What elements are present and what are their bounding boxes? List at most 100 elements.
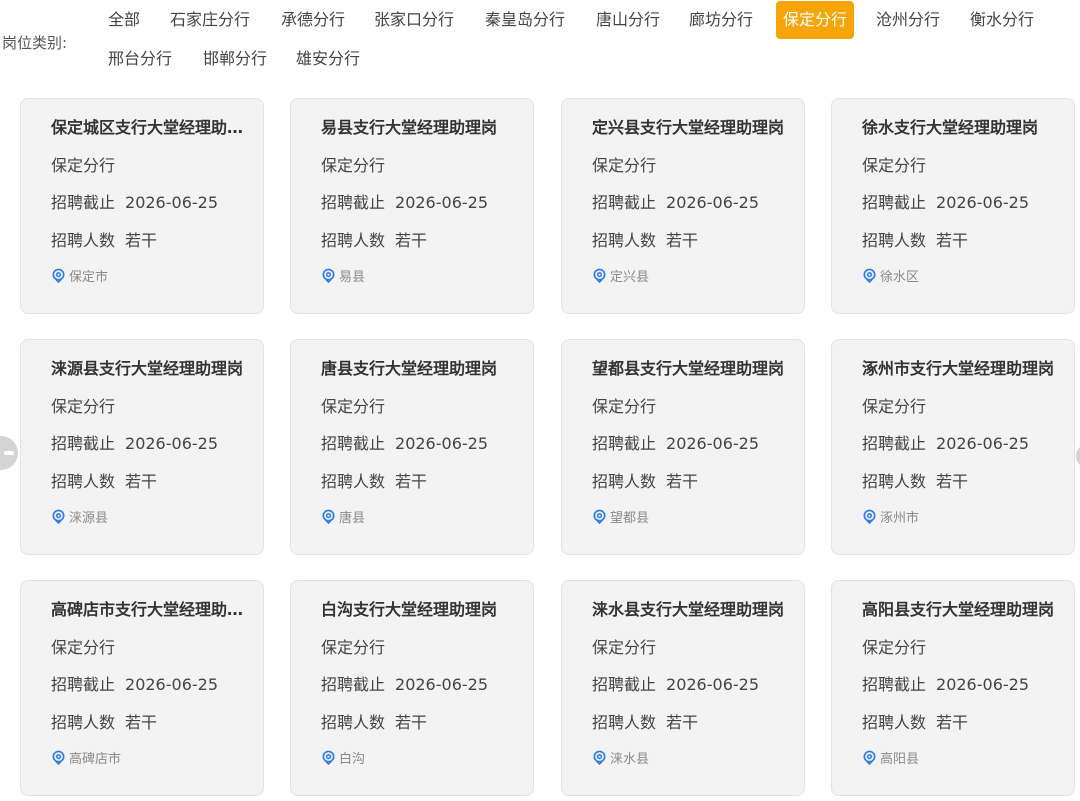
job-location: 易县 (321, 266, 365, 285)
job-card[interactable]: 高碑店市支行大堂经理助理岗 保定分行 招聘截止 2026-06-25 招聘人数 若干… (20, 580, 264, 796)
location-text: 涞水县 (610, 752, 650, 767)
job-branch: 保定分行 (51, 638, 116, 657)
location-text: 易县 (339, 270, 366, 285)
deadline-value: 2026-06-25 (666, 675, 759, 694)
job-deadline-row: 招聘截止 2026-06-25 (51, 189, 218, 213)
job-location: 定兴县 (592, 266, 649, 285)
headcount-label: 招聘人数 (862, 713, 927, 732)
job-title: 望都县支行大堂经理助理岗 (592, 359, 785, 378)
headcount-label: 招聘人数 (592, 472, 657, 491)
job-title: 涞水县支行大堂经理助理岗 (592, 600, 785, 619)
location-text: 保定市 (69, 270, 109, 285)
job-card-grid: 保定城区支行大堂经理助理岗 保定分行 招聘截止 2026-06-25 招聘人数 若干… (0, 0, 1080, 801)
job-card[interactable]: 唐县支行大堂经理助理岗 保定分行 招聘截止 2026-06-25 招聘人数 若干 唐… (290, 339, 534, 555)
job-branch: 保定分行 (862, 156, 927, 175)
job-card[interactable]: 涞源县支行大堂经理助理岗 保定分行 招聘截止 2026-06-25 招聘人数 若干 … (20, 339, 264, 555)
deadline-value: 2026-06-25 (666, 434, 759, 453)
job-title: 保定城区支行大堂经理助理岗 (51, 118, 257, 137)
job-location: 徐水区 (862, 266, 919, 285)
location-pin-icon (593, 509, 606, 524)
headcount-value: 若干 (395, 713, 428, 732)
location-pin-icon (322, 268, 335, 283)
job-title: 涿州市支行大堂经理助理岗 (862, 359, 1055, 378)
deadline-value: 2026-06-25 (125, 193, 218, 212)
job-location: 涿州市 (862, 507, 919, 526)
headcount-value: 若干 (936, 231, 969, 250)
location-text: 高阳县 (880, 752, 920, 767)
job-branch: 保定分行 (862, 638, 927, 657)
job-card[interactable]: 涞水县支行大堂经理助理岗 保定分行 招聘截止 2026-06-25 招聘人数 若干 … (561, 580, 805, 796)
job-card[interactable]: 白沟支行大堂经理助理岗 保定分行 招聘截止 2026-06-25 招聘人数 若干 白… (290, 580, 534, 796)
job-deadline-row: 招聘截止 2026-06-25 (592, 671, 759, 695)
location-pin-icon (52, 750, 65, 765)
job-card[interactable]: 涿州市支行大堂经理助理岗 保定分行 招聘截止 2026-06-25 招聘人数 若干 … (831, 339, 1075, 555)
job-card[interactable]: 望都县支行大堂经理助理岗 保定分行 招聘截止 2026-06-25 招聘人数 若干 … (561, 339, 805, 555)
location-text: 涿州市 (880, 511, 920, 526)
location-pin-icon (593, 268, 606, 283)
job-card[interactable]: 徐水支行大堂经理助理岗 保定分行 招聘截止 2026-06-25 招聘人数 若干 徐… (831, 98, 1075, 314)
job-card[interactable]: 保定城区支行大堂经理助理岗 保定分行 招聘截止 2026-06-25 招聘人数 若干… (20, 98, 264, 314)
job-headcount-row: 招聘人数 若干 (51, 227, 157, 251)
job-headcount-row: 招聘人数 若干 (592, 709, 698, 733)
job-deadline-row: 招聘截止 2026-06-25 (862, 671, 1029, 695)
job-title: 徐水支行大堂经理助理岗 (862, 118, 1039, 137)
headcount-label: 招聘人数 (592, 713, 657, 732)
job-branch: 保定分行 (51, 397, 116, 416)
job-branch: 保定分行 (321, 156, 386, 175)
job-headcount-row: 招聘人数 若干 (592, 227, 698, 251)
job-deadline-row: 招聘截止 2026-06-25 (321, 430, 488, 454)
headcount-label: 招聘人数 (862, 231, 927, 250)
job-headcount-row: 招聘人数 若干 (51, 709, 157, 733)
job-headcount-row: 招聘人数 若干 (321, 709, 427, 733)
deadline-value: 2026-06-25 (936, 675, 1029, 694)
job-deadline-row: 招聘截止 2026-06-25 (862, 189, 1029, 213)
location-pin-icon (52, 509, 65, 524)
job-title: 白沟支行大堂经理助理岗 (321, 600, 498, 619)
job-branch: 保定分行 (592, 638, 657, 657)
job-card[interactable]: 易县支行大堂经理助理岗 保定分行 招聘截止 2026-06-25 招聘人数 若干 易… (290, 98, 534, 314)
job-deadline-row: 招聘截止 2026-06-25 (51, 430, 218, 454)
job-location: 涞水县 (592, 748, 649, 767)
deadline-value: 2026-06-25 (125, 675, 218, 694)
job-title: 易县支行大堂经理助理岗 (321, 118, 498, 137)
location-pin-icon (863, 509, 876, 524)
job-location: 高碑店市 (51, 748, 121, 767)
headcount-value: 若干 (936, 713, 969, 732)
headcount-value: 若干 (395, 231, 428, 250)
job-location: 白沟 (321, 748, 365, 767)
location-text: 望都县 (610, 511, 650, 526)
deadline-label: 招聘截止 (51, 193, 116, 212)
headcount-label: 招聘人数 (862, 472, 927, 491)
headcount-label: 招聘人数 (51, 713, 116, 732)
job-headcount-row: 招聘人数 若干 (592, 468, 698, 492)
job-title: 高阳县支行大堂经理助理岗 (862, 600, 1055, 619)
deadline-label: 招聘截止 (321, 434, 386, 453)
job-title: 定兴县支行大堂经理助理岗 (592, 118, 785, 137)
headcount-value: 若干 (666, 231, 699, 250)
location-pin-icon (863, 268, 876, 283)
job-card[interactable]: 定兴县支行大堂经理助理岗 保定分行 招聘截止 2026-06-25 招聘人数 若干 … (561, 98, 805, 314)
deadline-label: 招聘截止 (321, 193, 386, 212)
job-title: 高碑店市支行大堂经理助理岗 (51, 600, 257, 619)
location-text: 唐县 (339, 511, 366, 526)
headcount-value: 若干 (125, 713, 158, 732)
headcount-label: 招聘人数 (321, 231, 386, 250)
location-pin-icon (322, 509, 335, 524)
job-branch: 保定分行 (321, 638, 386, 657)
headcount-label: 招聘人数 (321, 713, 386, 732)
job-location: 高阳县 (862, 748, 919, 767)
deadline-value: 2026-06-25 (395, 193, 488, 212)
deadline-label: 招聘截止 (592, 193, 657, 212)
headcount-value: 若干 (395, 472, 428, 491)
location-text: 定兴县 (610, 270, 650, 285)
location-pin-icon (863, 750, 876, 765)
location-text: 涞源县 (69, 511, 109, 526)
job-headcount-row: 招聘人数 若干 (321, 468, 427, 492)
deadline-label: 招聘截止 (321, 675, 386, 694)
job-deadline-row: 招聘截止 2026-06-25 (51, 671, 218, 695)
job-headcount-row: 招聘人数 若干 (51, 468, 157, 492)
job-card[interactable]: 高阳县支行大堂经理助理岗 保定分行 招聘截止 2026-06-25 招聘人数 若干 … (831, 580, 1075, 796)
deadline-label: 招聘截止 (862, 434, 927, 453)
deadline-label: 招聘截止 (51, 675, 116, 694)
job-headcount-row: 招聘人数 若干 (862, 227, 968, 251)
